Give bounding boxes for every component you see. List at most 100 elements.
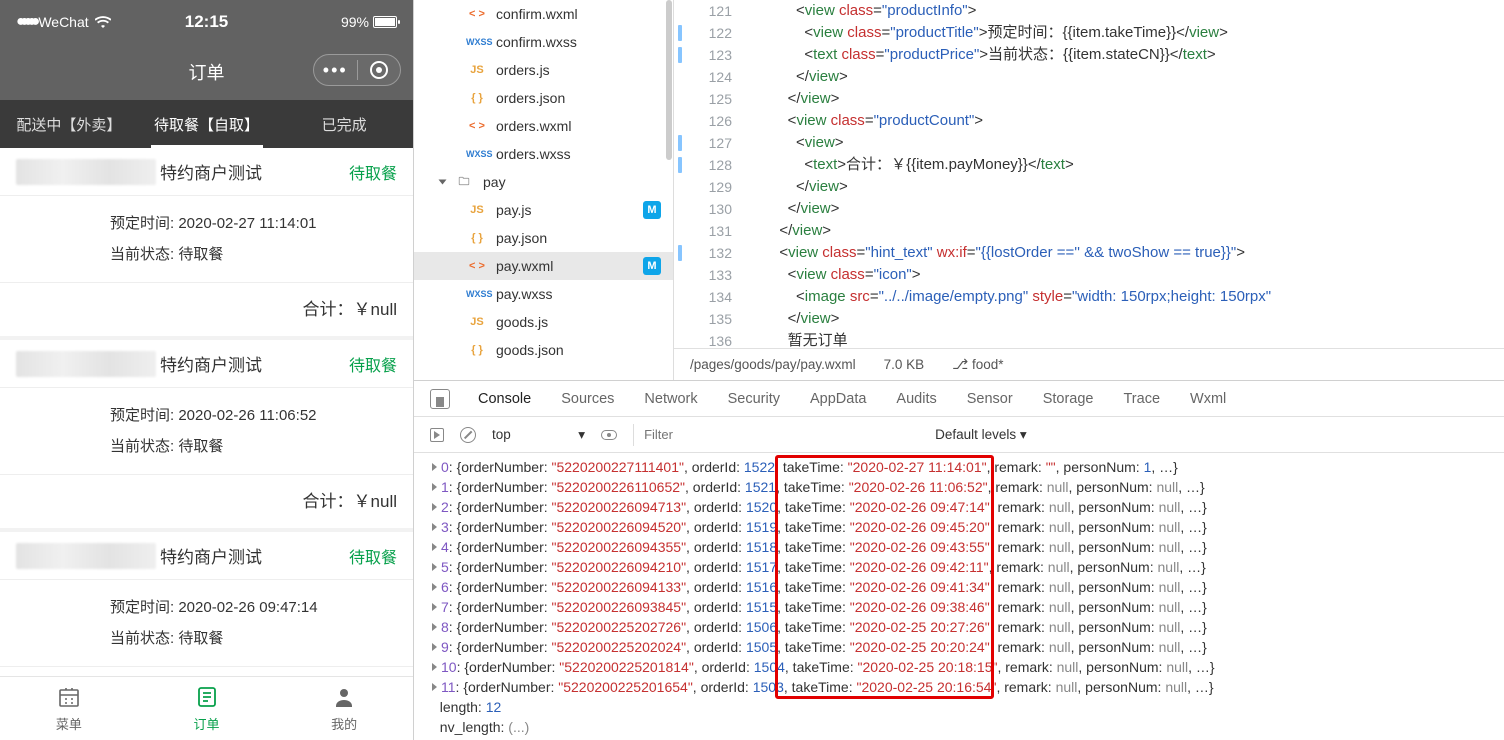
console-array-item[interactable]: 5: {orderNumber: "5220200226094210", ord… [432,557,1504,577]
console-output[interactable]: 0: {orderNumber: "5220200227111401", ord… [414,453,1504,740]
tabbar-item-2[interactable]: 我的 [275,677,413,740]
wifi-icon [95,16,111,28]
order-tab-1[interactable]: 待取餐【自取】 [138,100,276,148]
file-tree-item[interactable]: orders.wxss [414,140,673,168]
file-tree-item[interactable]: orders.js [414,56,673,84]
capsule-close-button[interactable] [358,61,401,79]
file-type-icon [466,289,488,299]
code-line[interactable]: <view class="hint_text" wx:if="{{lostOrd… [746,242,1504,264]
devtools-tab-storage[interactable]: Storage [1043,391,1094,407]
log-levels-select[interactable]: Default levels ▾ [935,427,1027,443]
clear-console-button[interactable] [460,427,476,443]
order-tabs: 配送中【外卖】待取餐【自取】已完成 [0,100,413,148]
code-line[interactable]: <text>合计：￥{{item.payMoney}}</text> [746,154,1504,176]
file-tree-item[interactable]: confirm.wxss [414,28,673,56]
code-line[interactable]: </view> [746,176,1504,198]
line-number: 132 [674,242,732,264]
devtools-tab-network[interactable]: Network [644,391,697,407]
code-line[interactable]: </view> [746,66,1504,88]
console-nvlength-line[interactable]: nv_length: (...) [432,717,1504,737]
console-array-item[interactable]: 6: {orderNumber: "5220200226094133", ord… [432,577,1504,597]
tabbar-label: 订单 [194,714,220,733]
merchant-avatar-blur [16,543,156,569]
expand-caret-icon[interactable] [432,523,437,531]
code-line[interactable]: <image src="../../image/empty.png" style… [746,286,1504,308]
order-list[interactable]: 特约商户测试待取餐预定时间: 2020-02-27 11:14:01当前状态: … [0,148,413,676]
expand-caret-icon[interactable] [432,543,437,551]
file-tree-item[interactable]: pay.jsM [414,196,673,224]
code-line[interactable]: 暂无订单 [746,330,1504,348]
code-line[interactable]: </view> [746,198,1504,220]
console-array-item[interactable]: 11: {orderNumber: "5220200225201654", or… [432,677,1504,697]
code-line[interactable]: </view> [746,220,1504,242]
devtools-tab-console[interactable]: Console [478,391,531,407]
file-type-icon [466,260,488,272]
tabbar-label: 我的 [331,714,357,733]
console-array-item[interactable]: 7: {orderNumber: "5220200226093845", ord… [432,597,1504,617]
file-tree-item[interactable]: pay.wxss [414,280,673,308]
console-array-item[interactable]: 10: {orderNumber: "5220200225201814", or… [432,657,1504,677]
merchant-name: 特约商户测试 [160,543,349,568]
order-card[interactable]: 特约商户测试待取餐预定时间: 2020-02-27 11:14:01当前状态: … [0,148,413,336]
code-line[interactable]: <view class="productInfo"> [746,0,1504,22]
console-context-select[interactable]: top ▾ [492,427,585,443]
expand-caret-icon[interactable] [432,623,437,631]
expand-caret-icon[interactable] [432,583,437,591]
devtools-tab-audits[interactable]: Audits [896,391,936,407]
expand-caret-icon[interactable] [432,563,437,571]
console-array-item[interactable]: 4: {orderNumber: "5220200226094355", ord… [432,537,1504,557]
code-line[interactable]: </view> [746,88,1504,110]
tabbar-icon [57,685,81,712]
devtools-tab-security[interactable]: Security [728,391,780,407]
file-name: confirm.wxml [496,6,578,22]
console-array-item[interactable]: 1: {orderNumber: "5220200226110652", ord… [432,477,1504,497]
file-explorer[interactable]: confirm.wxmlconfirm.wxssorders.jsorders.… [414,0,674,380]
code-line[interactable]: <view class="icon"> [746,264,1504,286]
expand-caret-icon[interactable] [432,603,437,611]
file-tree-item[interactable]: goods.js [414,308,673,336]
code-line[interactable]: <view class="productTitle">预定时间：{{item.t… [746,22,1504,44]
console-execution-context-icon[interactable] [430,428,444,442]
code-source[interactable]: <view class="productInfo"> <view class="… [746,0,1504,348]
file-tree-item[interactable]: pay.wxmlM [414,252,673,280]
code-line[interactable]: <view class="productCount"> [746,110,1504,132]
console-array-item[interactable]: 2: {orderNumber: "5220200226094713", ord… [432,497,1504,517]
file-tree-item[interactable]: confirm.wxml [414,0,673,28]
tabbar-item-1[interactable]: 订单 [138,677,276,740]
signal-strength-icon: ●●●●● [16,13,34,31]
expand-caret-icon[interactable] [432,643,437,651]
order-tab-2[interactable]: 已完成 [275,100,413,148]
devtools-tab-sources[interactable]: Sources [561,391,614,407]
file-tree-item[interactable]: orders.wxml [414,112,673,140]
console-filter-input[interactable] [633,424,913,446]
devtools-tab-appdata[interactable]: AppData [810,391,866,407]
devtools-tab-sensor[interactable]: Sensor [967,391,1013,407]
console-array-item[interactable]: 3: {orderNumber: "5220200226094520", ord… [432,517,1504,537]
console-array-item[interactable]: 0: {orderNumber: "5220200227111401", ord… [432,457,1504,477]
expand-caret-icon[interactable] [432,483,437,491]
devtools-tab-wxml[interactable]: Wxml [1190,391,1226,407]
tabbar-item-0[interactable]: 菜单 [0,677,138,740]
code-editor[interactable]: 1211221231241251261271281291301311321331… [674,0,1504,380]
file-tree-item[interactable]: orders.json [414,84,673,112]
order-tab-0[interactable]: 配送中【外卖】 [0,100,138,148]
code-line[interactable]: <text class="productPrice">当前状态：{{item.s… [746,44,1504,66]
live-expression-icon[interactable] [601,430,617,440]
code-line[interactable]: </view> [746,308,1504,330]
file-name: confirm.wxss [496,34,577,50]
capsule-menu-button[interactable]: ••• [314,63,357,77]
order-card[interactable]: 特约商户测试待取餐预定时间: 2020-02-26 11:06:52当前状态: … [0,340,413,528]
file-tree-item[interactable]: 🗀pay [414,168,673,196]
devtools-dock-icon[interactable] [430,389,450,409]
expand-caret-icon[interactable] [432,503,437,511]
console-array-item[interactable]: 9: {orderNumber: "5220200225202024", ord… [432,637,1504,657]
file-tree-item[interactable]: goods.json [414,336,673,364]
expand-caret-icon[interactable] [432,683,437,691]
expand-caret-icon[interactable] [432,663,437,671]
devtools-tab-trace[interactable]: Trace [1123,391,1160,407]
code-line[interactable]: <view> [746,132,1504,154]
order-card[interactable]: 特约商户测试待取餐预定时间: 2020-02-26 09:47:14当前状态: … [0,532,413,676]
expand-caret-icon[interactable] [432,463,437,471]
console-array-item[interactable]: 8: {orderNumber: "5220200225202726", ord… [432,617,1504,637]
file-tree-item[interactable]: pay.json [414,224,673,252]
